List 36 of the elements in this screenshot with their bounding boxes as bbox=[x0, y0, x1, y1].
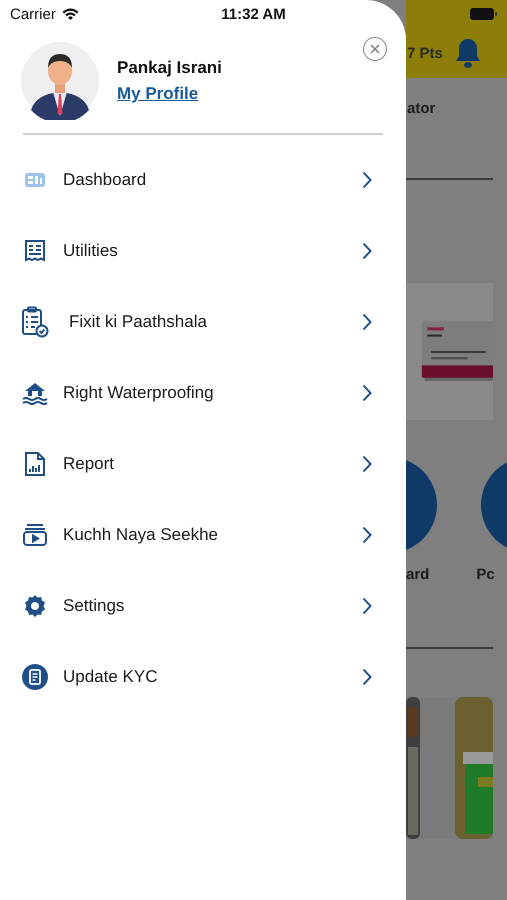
close-button[interactable] bbox=[363, 37, 387, 61]
menu-item[interactable]: Dashboard bbox=[0, 144, 406, 215]
chevron-right-icon bbox=[362, 454, 372, 472]
settings-icon bbox=[23, 594, 47, 618]
chevron-right-icon bbox=[362, 596, 372, 614]
close-icon bbox=[370, 44, 380, 54]
menu-item[interactable]: Fixit ki Paathshala bbox=[0, 286, 406, 357]
menu-item[interactable]: Settings bbox=[0, 570, 406, 641]
report-chart-icon bbox=[23, 450, 47, 476]
clock-time: 11:32 AM bbox=[221, 6, 286, 22]
shortcut-label: Pc bbox=[476, 566, 495, 583]
menu-item[interactable]: Kuchh Naya Seekhe bbox=[0, 499, 406, 570]
menu-item[interactable]: Right Waterproofing bbox=[0, 357, 406, 428]
shortcut-label: ard bbox=[406, 566, 430, 583]
kyc-document-icon bbox=[22, 664, 48, 690]
chevron-right-icon bbox=[362, 242, 372, 260]
menu-item[interactable]: Report bbox=[0, 428, 406, 499]
chevron-right-icon bbox=[362, 668, 372, 686]
chevron-right-icon bbox=[362, 312, 372, 330]
video-library-icon bbox=[22, 522, 48, 546]
menu-item[interactable]: Utilities bbox=[0, 215, 406, 286]
house-waves-icon bbox=[22, 380, 48, 404]
menu-item[interactable]: Update KYC bbox=[0, 641, 406, 712]
carrier-label: Carrier bbox=[10, 6, 56, 22]
battery-icon bbox=[470, 8, 497, 20]
clipboard-check-icon bbox=[21, 306, 49, 338]
receipt-icon bbox=[23, 238, 47, 262]
points-label: 7 Pts bbox=[407, 44, 443, 62]
bell-icon[interactable] bbox=[454, 38, 481, 68]
wifi-icon bbox=[62, 8, 79, 20]
user-name: Pankaj Israni bbox=[117, 58, 222, 78]
chevron-right-icon bbox=[362, 526, 372, 544]
section-title: ator bbox=[407, 100, 436, 117]
chevron-right-icon bbox=[362, 170, 372, 188]
chevron-right-icon bbox=[362, 384, 372, 402]
my-profile-link[interactable]: My Profile bbox=[117, 84, 222, 104]
